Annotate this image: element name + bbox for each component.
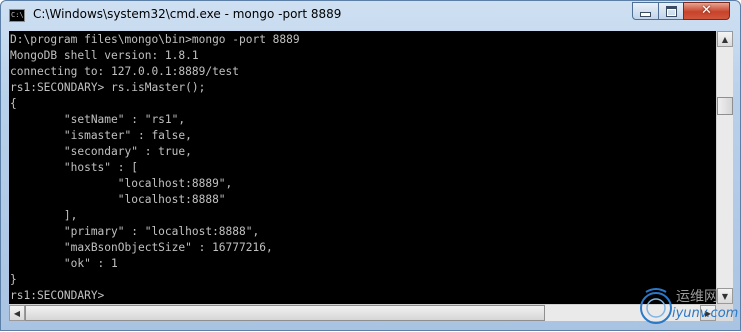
console-output[interactable]: D:\program files\mongo\bin>mongo -port 8… [9, 31, 716, 304]
scroll-up-arrow-icon[interactable]: ▲ [717, 31, 733, 47]
maximize-icon [665, 5, 677, 17]
console-line: MongoDB shell version: 1.8.1 [10, 49, 199, 62]
close-button[interactable]: ✕ [683, 2, 730, 20]
console-line: ], [10, 209, 78, 222]
console-line: "localhost:8889", [10, 177, 233, 190]
horizontal-scroll-thumb[interactable] [25, 305, 545, 321]
console-line: "localhost:8888" [10, 193, 226, 206]
horizontal-scrollbar[interactable]: ◀ ▶ [9, 304, 716, 321]
console-prompt: rs1:SECONDARY> [10, 289, 105, 302]
maximize-button[interactable] [658, 2, 684, 20]
console-line: "maxBsonObjectSize" : 16777216, [10, 241, 273, 254]
vertical-scroll-thumb[interactable] [717, 97, 733, 115]
console-line: { [10, 97, 17, 110]
minimize-icon [640, 11, 651, 17]
title-bar[interactable]: C:\ C:\Windows\system32\cmd.exe - mongo … [1, 1, 740, 31]
watermark-logo-icon [640, 288, 672, 324]
minimize-button[interactable] [632, 2, 659, 20]
cmd-icon[interactable]: C:\ [9, 9, 25, 22]
console-window: C:\ C:\Windows\system32\cmd.exe - mongo … [0, 0, 741, 331]
watermark-url: iyunv.com [672, 306, 739, 321]
console-line: "hosts" : [ [10, 161, 138, 174]
console-line: rs1:SECONDARY> rs.isMaster(); [10, 81, 206, 94]
console-line: "ismaster" : false, [10, 129, 192, 142]
scroll-left-arrow-icon[interactable]: ◀ [9, 305, 25, 321]
watermark-text: 运维网 [676, 289, 718, 305]
console-line: "setName" : "rs1", [10, 113, 186, 126]
window-title: C:\Windows\system32\cmd.exe - mongo -por… [33, 7, 342, 21]
console-line: "secondary" : true, [10, 145, 192, 158]
console-line: "primary" : "localhost:8888", [10, 225, 260, 238]
console-line: "ok" : 1 [10, 257, 118, 270]
watermark: 运维网 iyunv.com [636, 284, 739, 328]
console-line: D:\program files\mongo\bin>mongo -port 8… [10, 33, 300, 46]
close-icon: ✕ [701, 3, 712, 18]
console-line: connecting to: 127.0.0.1:8889/test [10, 65, 240, 78]
vertical-scrollbar[interactable]: ▲ ▼ [716, 31, 733, 304]
console-line: } [10, 273, 17, 286]
